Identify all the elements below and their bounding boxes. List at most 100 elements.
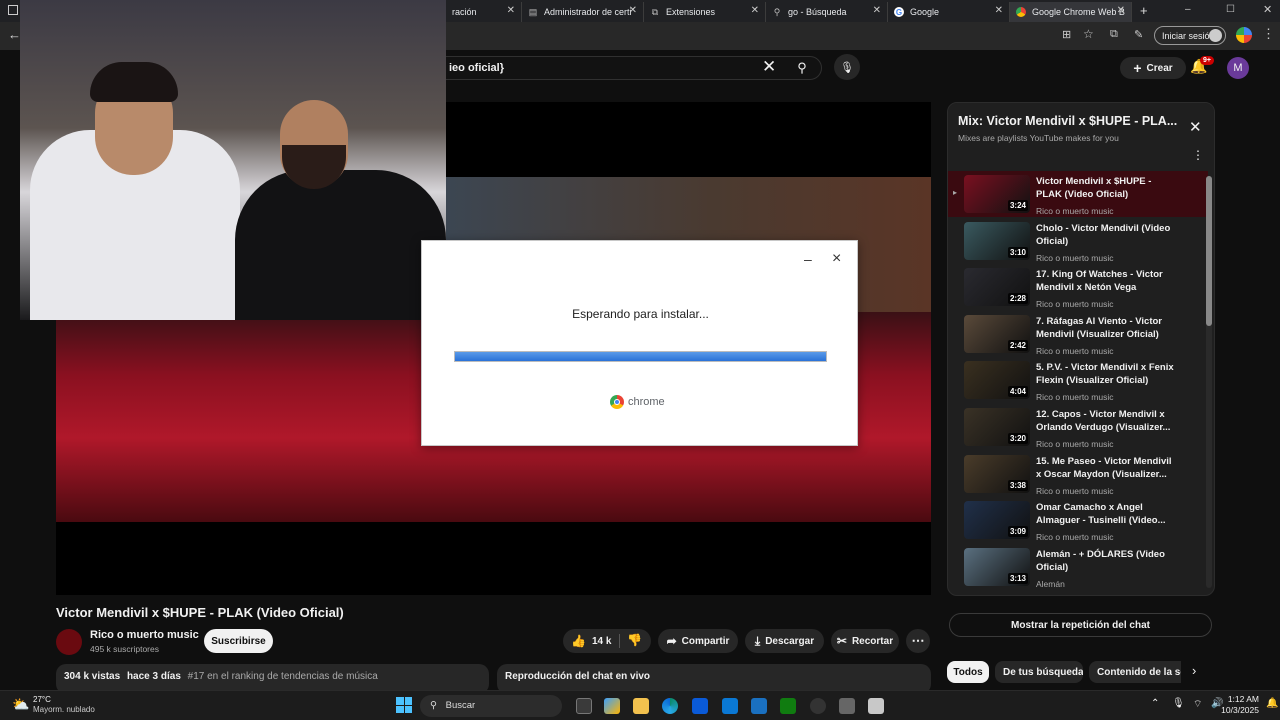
like-count[interactable]: 14 k xyxy=(592,636,611,647)
xbox-icon[interactable] xyxy=(780,698,796,714)
app-icon[interactable] xyxy=(751,698,767,714)
microphone-icon[interactable]: 🎙 xyxy=(834,54,860,80)
subscribe-button[interactable]: Suscribirse xyxy=(204,629,273,653)
close-window-icon[interactable]: ✕ xyxy=(1263,3,1272,16)
dislike-icon[interactable]: 👎 xyxy=(627,633,642,647)
mix-item-title[interactable]: 12. Capos - Victor Mendivil x Orlando Ve… xyxy=(1036,408,1176,434)
channel-avatar[interactable] xyxy=(56,629,82,655)
tray-chevron-icon[interactable]: ⌃ xyxy=(1151,698,1159,709)
avatar[interactable]: M xyxy=(1227,57,1249,79)
clock-time[interactable]: 1:12 AM xyxy=(1225,694,1259,704)
mix-item-title[interactable]: 5. P.V. - Victor Mendivil x Fenix Flexin… xyxy=(1036,361,1176,387)
install-app-icon[interactable]: ⊞ xyxy=(1062,28,1071,41)
mix-item-thumbnail[interactable]: 2:42 xyxy=(964,314,1030,353)
edge-icon[interactable] xyxy=(662,698,678,714)
app-icon-2[interactable] xyxy=(810,698,826,714)
mix-item-thumbnail[interactable]: 4:04 xyxy=(964,361,1030,400)
customize-icon[interactable]: ✎ xyxy=(1134,28,1143,41)
installer-app-icon[interactable] xyxy=(868,698,884,714)
wifi-icon[interactable]: ⌔ xyxy=(1193,698,1202,711)
mix-item[interactable]: 4:04 5. P.V. - Victor Mendivil x Fenix Fl… xyxy=(948,357,1208,403)
close-dialog-button[interactable]: × xyxy=(832,250,841,268)
weather-temp[interactable]: 27°C xyxy=(33,695,51,704)
extensions-icon[interactable]: ⧉ xyxy=(1110,28,1118,41)
signin-button[interactable]: Iniciar sesión xyxy=(1154,26,1226,45)
mix-item[interactable]: 2:28 17. King Of Watches - Victor Mendivi… xyxy=(948,264,1208,310)
create-button[interactable]: + Crear xyxy=(1120,57,1186,79)
tab-0[interactable]: ración ✕ xyxy=(446,2,522,22)
notification-center-icon[interactable]: 🔔 xyxy=(1266,698,1278,709)
mix-item-thumbnail[interactable]: 3:24 xyxy=(964,175,1030,213)
window-menu-icon[interactable] xyxy=(8,5,18,15)
search-icon[interactable]: ⚲ xyxy=(790,56,814,80)
settings-gear-icon[interactable] xyxy=(839,698,855,714)
mix-item-title[interactable]: Alemán - + DÓLARES (Video Oficial) xyxy=(1036,548,1176,574)
like-icon[interactable]: 👍 xyxy=(571,634,586,648)
mix-item-title[interactable]: Omar Camacho x Angel Almaguer - Tusinell… xyxy=(1036,501,1176,527)
store-icon[interactable] xyxy=(692,698,708,714)
minimize-window-icon[interactable]: – xyxy=(1185,4,1191,15)
minimize-dialog-button[interactable]: – xyxy=(804,251,812,267)
chip-related[interactable]: Contenido de la ser xyxy=(1089,661,1181,683)
start-windows-icon[interactable] xyxy=(396,697,412,713)
channel-name[interactable]: Rico o muerto music xyxy=(90,629,199,641)
tab-2[interactable]: ⧉ Extensiones ✕ xyxy=(644,2,766,22)
show-chat-replay-button[interactable]: Mostrar la repetición del chat xyxy=(949,613,1212,637)
taskbar-search[interactable]: ⚲ Buscar xyxy=(420,695,562,717)
mix-item-thumbnail[interactable]: 3:09 xyxy=(964,501,1030,540)
close-tab-icon[interactable]: ✕ xyxy=(629,5,637,16)
close-mix-icon[interactable]: ✕ xyxy=(1189,118,1202,136)
file-explorer-icon[interactable] xyxy=(633,698,649,714)
close-tab-icon[interactable]: ✕ xyxy=(507,5,515,16)
mix-item-title[interactable]: Cholo - Victor Mendivil (Video Oficial) xyxy=(1036,222,1176,248)
close-tab-icon[interactable]: ✕ xyxy=(751,5,759,16)
mix-item[interactable]: 3:38 15. Me Paseo - Victor Mendivil x Osc… xyxy=(948,451,1208,497)
tab-4[interactable]: G Google ✕ xyxy=(888,2,1010,22)
mix-item-thumbnail[interactable]: 2:28 xyxy=(964,268,1030,307)
close-tab-icon[interactable]: ✕ xyxy=(995,5,1003,16)
tab-3[interactable]: ⚲ go - Búsqueda ✕ xyxy=(766,2,888,22)
chip-all[interactable]: Todos xyxy=(947,661,989,683)
outlook-icon[interactable] xyxy=(722,698,738,714)
task-view-icon[interactable] xyxy=(576,698,592,714)
mix-item[interactable]: 3:09 Omar Camacho x Angel Almaguer - Tusi… xyxy=(948,497,1208,543)
maximize-window-icon[interactable]: ☐ xyxy=(1226,4,1235,15)
weather-desc[interactable]: Mayorm. nublado xyxy=(33,705,95,714)
clock-date[interactable]: 10/3/2025 xyxy=(1221,705,1259,715)
chip-from-searches[interactable]: De tus búsquedas xyxy=(995,661,1083,683)
mix-item-title[interactable]: 15. Me Paseo - Victor Mendivil x Oscar M… xyxy=(1036,455,1176,481)
mix-item-thumbnail[interactable]: 3:38 xyxy=(964,454,1030,493)
chips-next-icon[interactable]: › xyxy=(1192,663,1196,678)
trending-ranking[interactable]: #17 en el ranking de tendencias de músic… xyxy=(188,671,378,682)
mix-item-thumbnail[interactable]: 3:20 xyxy=(964,408,1030,446)
mix-item-title[interactable]: Victor Mendivil x $HUPE - PLAK (Video Of… xyxy=(1036,175,1176,201)
mix-item[interactable]: ▸ 3:24 Victor Mendivil x $HUPE - PLAK (Vid… xyxy=(948,171,1208,217)
mix-item-title[interactable]: 7. Ráfagas Al Viento - Victor Mendivil (… xyxy=(1036,315,1176,341)
close-tab-icon[interactable]: ✕ xyxy=(1117,5,1125,16)
more-actions-icon[interactable]: ⋯ xyxy=(906,629,930,653)
playlist-scroll-thumb[interactable] xyxy=(1206,176,1212,326)
menu-dots-icon[interactable]: ⋮ xyxy=(1262,26,1275,42)
clear-search-icon[interactable]: ✕ xyxy=(762,57,776,77)
address-bar[interactable] xyxy=(448,25,1050,47)
mix-item[interactable]: 3:20 12. Capos - Victor Mendivil x Orland… xyxy=(948,404,1208,450)
mix-item[interactable]: 3:10 Cholo - Victor Mendivil (Video Ofici… xyxy=(948,218,1208,264)
mix-menu-icon[interactable]: ⋮ xyxy=(1192,148,1204,162)
gemini-icon[interactable] xyxy=(1236,27,1252,43)
playlist-scrollbar[interactable] xyxy=(1206,176,1212,588)
mix-item-thumbnail[interactable]: 3:13 xyxy=(964,547,1030,586)
tab-1[interactable]: ▤ Administrador de certi ✕ xyxy=(522,2,644,22)
bookmark-star-icon[interactable]: ☆ xyxy=(1083,27,1094,41)
mix-item-thumbnail[interactable]: 3:10 xyxy=(964,221,1030,260)
clip-button[interactable]: ✂ Recortar xyxy=(831,629,899,653)
share-button[interactable]: ➦ Compartir xyxy=(658,629,738,653)
close-tab-icon[interactable]: ✕ xyxy=(873,5,881,16)
mix-item-title[interactable]: 17. King Of Watches - Victor Mendivil x … xyxy=(1036,268,1176,294)
download-button[interactable]: ⤓ Descargar xyxy=(745,629,824,653)
tab-5[interactable]: Google Chrome Web B ✕ xyxy=(1010,2,1132,22)
mix-item[interactable]: 3:13 Alemán - + DÓLARES (Video Oficial) Al… xyxy=(948,544,1208,590)
weather-icon[interactable]: ⛅ xyxy=(12,696,29,713)
new-tab-button[interactable]: + xyxy=(1140,3,1148,18)
widgets-icon[interactable] xyxy=(604,698,620,714)
mix-item[interactable]: 2:42 7. Ráfagas Al Viento - Victor Mendiv… xyxy=(948,311,1208,357)
